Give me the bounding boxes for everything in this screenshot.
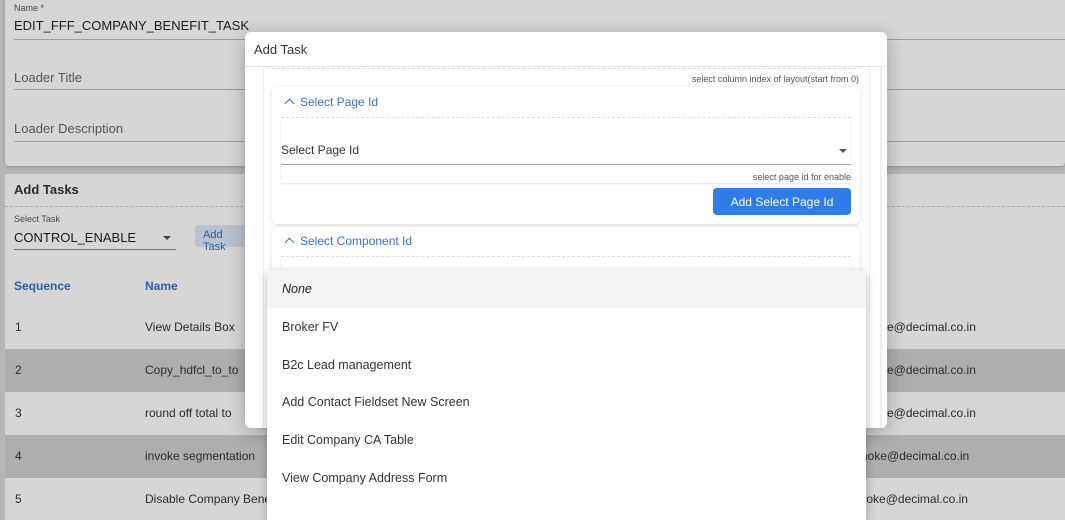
dropdown-option[interactable]: None	[267, 270, 866, 308]
chevron-down-icon[interactable]	[839, 149, 847, 153]
page-id-select[interactable]: Select Page Id	[281, 143, 359, 157]
dropdown-option[interactable]: View Company Address Form	[267, 459, 866, 497]
dropdown-option[interactable]: Broker FV	[267, 308, 866, 346]
add-select-page-id-button[interactable]: Add Select Page Id	[713, 188, 851, 215]
dropdown-option[interactable]: B2c Lead management	[267, 346, 866, 384]
select-component-id-toggle[interactable]: Select Component Id	[300, 234, 412, 248]
select-page-id-toggle[interactable]: Select Page Id	[300, 95, 378, 109]
dropdown-option[interactable]: Edit Company CA Table	[267, 421, 866, 459]
modal-title: Add Task	[254, 42, 308, 57]
section-divider	[267, 68, 861, 69]
scrollbar-track[interactable]	[880, 67, 882, 428]
dropdown-option[interactable]: Add Contact Fieldset New Screen	[267, 383, 866, 421]
column-index-hint: select column index of layout(start from…	[691, 74, 859, 84]
page-id-hint: select page id for enable	[752, 172, 851, 182]
page-id-select-underline	[281, 164, 851, 165]
component-id-dropdown-list: None Broker FV B2c Lead management Add C…	[267, 270, 866, 520]
